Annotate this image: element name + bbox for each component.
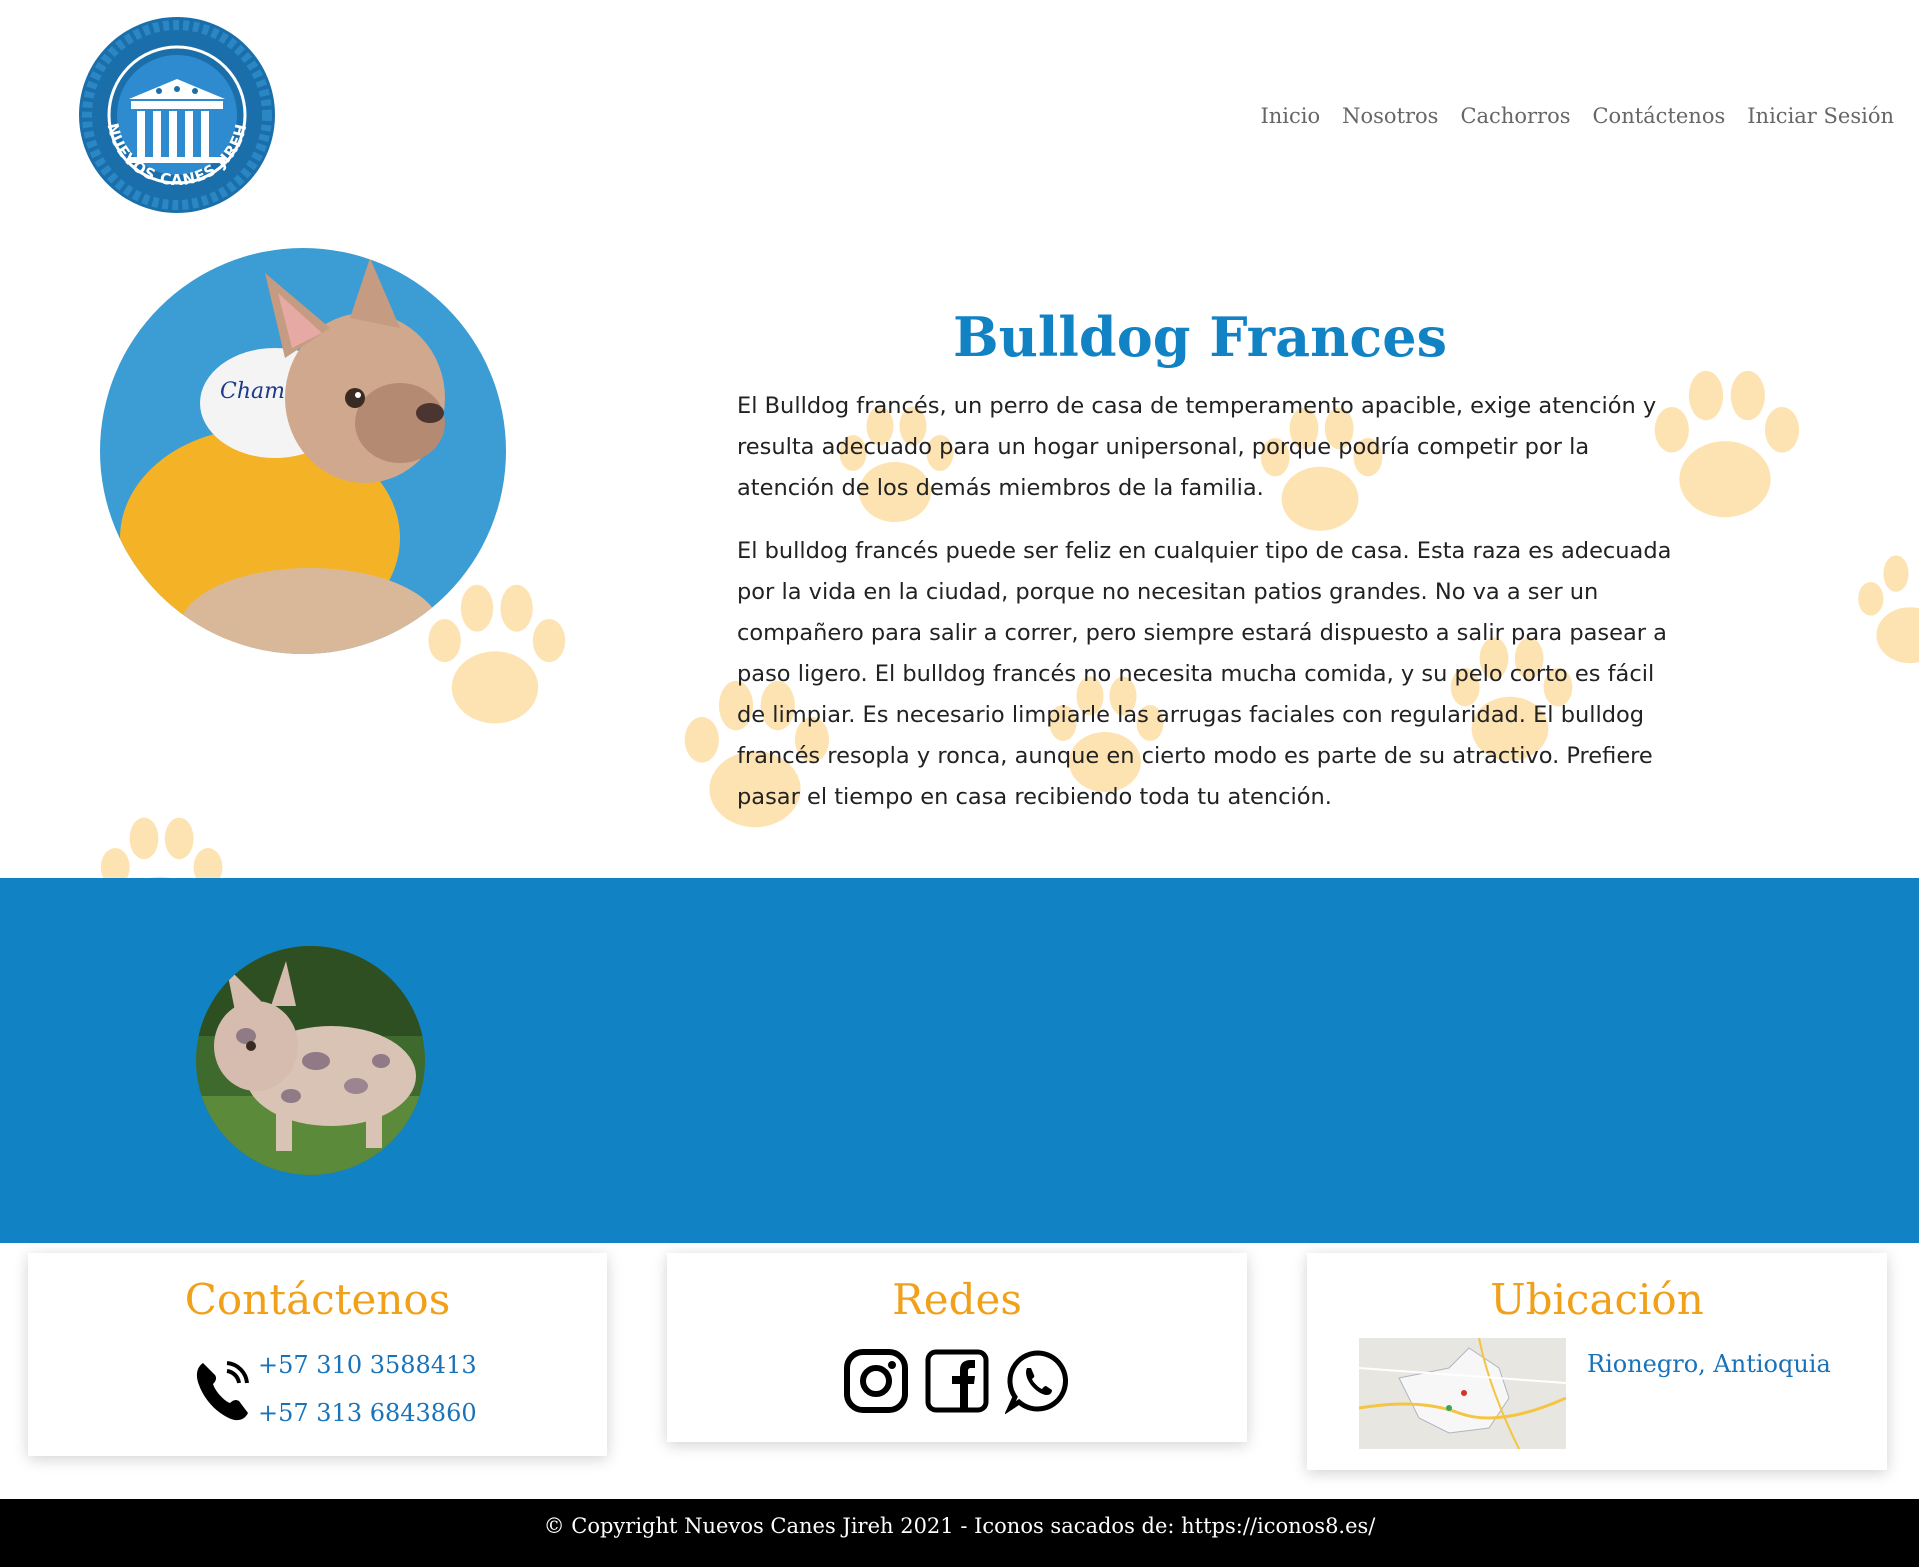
- nav-iniciar-sesion[interactable]: Iniciar Sesión: [1747, 104, 1894, 128]
- gallery-band: [0, 878, 1919, 1243]
- main-nav: Inicio Nosotros Cachorros Contáctenos In…: [1260, 104, 1894, 128]
- contact-card: Contáctenos +57 310 3588413 +57 313 6843…: [28, 1253, 607, 1456]
- location-text: Rionegro, Antioquia: [1587, 1350, 1831, 1378]
- brand-logo[interactable]: NUEVOS CANES JIREH: [79, 17, 275, 213]
- facebook-icon[interactable]: [924, 1348, 990, 1414]
- description-paragraph: El Bulldog francés, un perro de casa de …: [737, 393, 1657, 501]
- nav-nosotros[interactable]: Nosotros: [1342, 104, 1438, 128]
- social-card: Redes: [667, 1253, 1247, 1442]
- nav-cachorros[interactable]: Cachorros: [1460, 104, 1570, 128]
- hero-section: Cham Bulldog Frances El Bulldog francés,…: [0, 240, 1919, 878]
- phone-number-link[interactable]: +57 313 6843860: [258, 1399, 477, 1427]
- svg-text:Cham: Cham: [220, 379, 285, 404]
- contact-title: Contáctenos: [184, 1275, 451, 1324]
- paw-print-icon: [1858, 555, 1919, 664]
- nav-contactenos[interactable]: Contáctenos: [1592, 104, 1725, 128]
- bulldog-hero-photo: Cham: [100, 248, 506, 654]
- location-card: Ubicación Rionegro, Antioquia: [1307, 1253, 1887, 1470]
- bulldog-merle-photo: [196, 946, 425, 1175]
- nav-inicio[interactable]: Inicio: [1260, 104, 1320, 128]
- logo-emblem-icon: NUEVOS CANES JIREH: [79, 17, 275, 213]
- page-title: Bulldog Frances: [953, 305, 1447, 369]
- instagram-icon[interactable]: [843, 1348, 909, 1414]
- whatsapp-icon[interactable]: [1005, 1348, 1071, 1414]
- breed-description: El Bulldog francés, un perro de casa de …: [737, 386, 1672, 818]
- description-paragraph: El bulldog francés puede ser feliz en cu…: [737, 538, 1672, 810]
- phone-icon: [196, 1361, 249, 1421]
- copyright-text: © Copyright Nuevos Canes Jireh 2021 - Ic…: [543, 1514, 1376, 1538]
- phone-number-link[interactable]: +57 310 3588413: [258, 1351, 477, 1379]
- site-header: NUEVOS CANES JIREH Inicio Nosotros Cacho…: [0, 0, 1919, 240]
- social-title: Redes: [892, 1275, 1022, 1324]
- paw-print-icon: [100, 817, 223, 878]
- location-title: Ubicación: [1490, 1275, 1704, 1324]
- site-footer: © Copyright Nuevos Canes Jireh 2021 - Ic…: [0, 1499, 1919, 1567]
- location-map[interactable]: [1359, 1338, 1566, 1449]
